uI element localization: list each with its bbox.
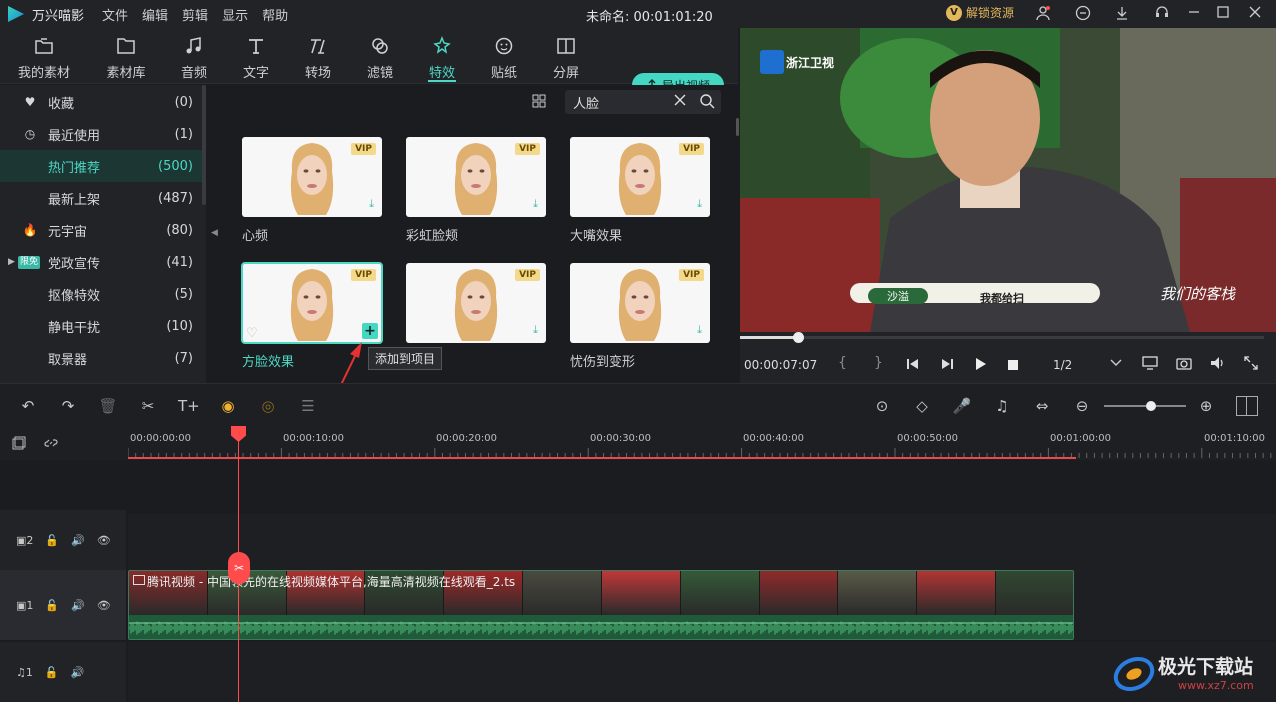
watermark-title: 极光下载站 (1158, 656, 1254, 678)
snapshot-icon[interactable] (1176, 356, 1192, 374)
caption-text: 我都给扫 (980, 292, 1024, 305)
ruler-label: 00:01:00:00 (1050, 433, 1112, 444)
split-at-playhead-icon[interactable]: ✂ (228, 552, 250, 584)
track-number: 1 (26, 598, 34, 612)
watermark-url: www.xz7.com (1178, 679, 1254, 692)
ruler-label: 00:00:50:00 (897, 433, 959, 444)
previous-frame-icon[interactable] (906, 358, 920, 374)
show-logo: 我们的客栈 (1160, 285, 1236, 303)
layout-toggle-icon[interactable] (1236, 396, 1258, 416)
track-header-audio-1: ♫1 🔓 🔊 (0, 642, 126, 702)
ruler-label: 00:00:20:00 (436, 433, 498, 444)
cut-icon[interactable]: ✂ (138, 396, 158, 416)
timeline-ruler[interactable]: 00:00:00:00 00:00:10:00 00:00:20:00 00:0… (0, 428, 1276, 460)
track-header-video-1: ▣1 🔓 🔊 👁 (0, 570, 126, 640)
audio-track-icon: ♫1 (16, 665, 33, 679)
track-number: 1 (25, 665, 33, 679)
video-clip[interactable]: 腾讯视频 - 中国领先的在线视频媒体平台,海量高清视频在线观看_2.ts (128, 570, 1074, 640)
preview-progress-handle[interactable] (792, 332, 804, 343)
track-number: 2 (26, 533, 34, 547)
speaker-icon[interactable]: 🔊 (71, 666, 85, 679)
display-icon[interactable] (1142, 356, 1158, 374)
ruler-label: 00:00:10:00 (283, 433, 345, 444)
undo-icon[interactable]: ↶ (18, 396, 38, 416)
video-track-2-lane[interactable] (128, 514, 1276, 570)
edit-toolbar: ↶ ↷ 🗑 ✂ T+ ◉ ◎ ☰ ⊙ ◇ 🎤 ♫ ⇔ ⊖ ⊕ (0, 383, 1276, 428)
zoom-slider-handle[interactable] (1146, 401, 1156, 411)
site-watermark: 极光下载站 www.xz7.com (1112, 648, 1272, 698)
microphone-icon[interactable]: 🎤 (952, 396, 972, 416)
video-track-icon: ▣1 (16, 598, 34, 612)
add-track-icon[interactable] (12, 436, 26, 454)
name-tag: 沙溢 (868, 288, 928, 304)
speaker-icon[interactable]: 🔊 (71, 534, 85, 547)
clip-frame (523, 571, 602, 615)
ruler-label: 00:00:40:00 (743, 433, 805, 444)
reverse-speed-icon[interactable]: ◎ (258, 396, 278, 416)
clip-frame (996, 571, 1073, 615)
lock-icon[interactable]: 🔓 (45, 534, 59, 547)
ruler-label: 00:00:30:00 (590, 433, 652, 444)
speed-icon[interactable]: ◉ (218, 396, 238, 416)
audio-track-1-lane[interactable] (128, 642, 1276, 702)
channel-logo-icon (760, 50, 784, 74)
preview-progress-fill (740, 336, 798, 339)
channel-logo-text: 浙江卫视 (786, 55, 835, 70)
watermark-logo (1113, 656, 1155, 692)
fullscreen-icon[interactable] (1244, 356, 1258, 374)
clip-frame (838, 571, 918, 615)
render-preview-icon[interactable]: ⊙ (872, 396, 892, 416)
play-icon[interactable] (975, 357, 987, 375)
lock-icon[interactable]: 🔓 (45, 666, 59, 679)
add-text-icon[interactable]: T+ (178, 396, 200, 416)
speaker-icon[interactable]: 🔊 (71, 599, 85, 612)
preview-timecode: 00:00:07:07 (744, 358, 818, 372)
lock-icon[interactable]: 🔓 (45, 599, 59, 612)
zoom-in-icon[interactable]: ⊕ (1196, 396, 1216, 416)
annotation-arrowhead (350, 342, 362, 358)
next-frame-icon[interactable] (940, 358, 954, 374)
channel-logo: 浙江卫视 (760, 50, 834, 74)
volume-icon[interactable] (1210, 356, 1226, 374)
clip-frame (917, 571, 997, 615)
clip-frame (759, 571, 839, 615)
redo-icon[interactable]: ↷ (58, 396, 78, 416)
track-header-video-2: ▣2 🔓 🔊 👁 (0, 510, 126, 570)
stop-icon[interactable] (1008, 359, 1018, 374)
clip-video-icon (133, 575, 145, 585)
zoom-out-icon[interactable]: ⊖ (1072, 396, 1092, 416)
clip-frame (601, 571, 681, 615)
quality-select[interactable]: 1/2 (1053, 358, 1072, 372)
mark-in-icon[interactable]: { (838, 355, 847, 371)
chevron-down-icon[interactable] (1110, 357, 1122, 372)
zoom-slider-track[interactable] (1104, 405, 1186, 407)
fit-timeline-icon[interactable]: ⇔ (1032, 396, 1052, 416)
mark-out-icon[interactable]: } (874, 355, 883, 371)
adjust-icon[interactable]: ☰ (298, 396, 318, 416)
ruler-label: 00:00:00:00 (130, 433, 192, 444)
clip-frame (680, 571, 760, 615)
preview-controls: 00:00:07:07 { } 1/2 (740, 332, 1276, 383)
audio-mixer-icon[interactable]: ♫ (992, 396, 1012, 416)
ruler-label: 00:01:10:00 (1204, 433, 1266, 444)
delete-icon[interactable]: 🗑 (98, 396, 118, 416)
preview-progress-track[interactable] (740, 336, 1264, 339)
link-icon[interactable] (44, 436, 58, 454)
eye-icon[interactable]: 👁 (97, 599, 111, 612)
video-track-icon: ▣2 (16, 533, 34, 547)
video-preview[interactable]: 浙江卫视 沙溢 我都给扫 我们的客栈 (740, 28, 1276, 332)
marker-icon[interactable]: ◇ (912, 396, 932, 416)
eye-icon[interactable]: 👁 (97, 534, 111, 547)
render-range-bar (128, 457, 1076, 459)
clip-audio-waveform (129, 615, 1073, 639)
clip-title: 腾讯视频 - 中国领先的在线视频媒体平台,海量高清视频在线观看_2.ts (147, 575, 516, 589)
